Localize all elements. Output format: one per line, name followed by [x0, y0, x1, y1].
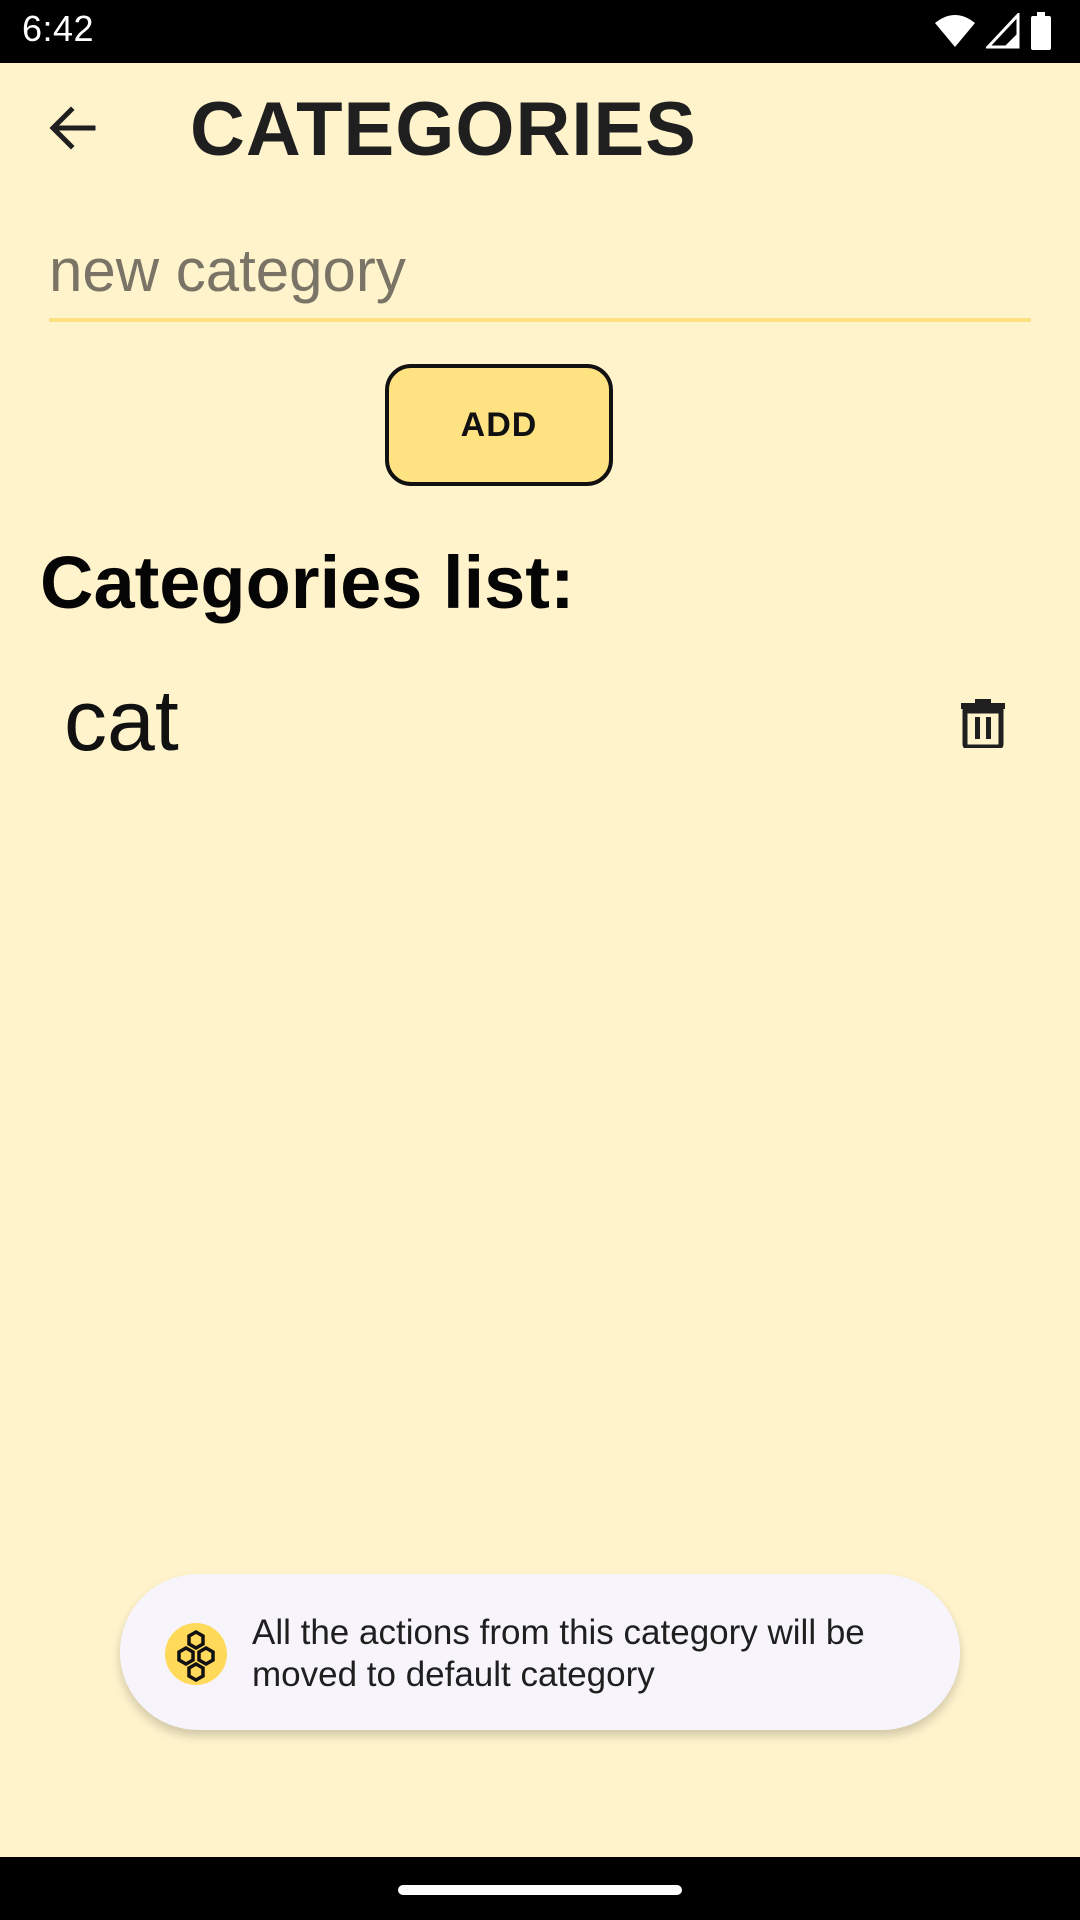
page-title: CATEGORIES: [190, 87, 697, 172]
battery-icon: [1031, 12, 1051, 50]
arrow-left-icon: [49, 106, 96, 150]
new-category-field-wrapper: [49, 228, 1031, 322]
add-button[interactable]: ADD: [385, 364, 613, 486]
category-item-label[interactable]: cat: [64, 672, 179, 771]
home-gesture-handle[interactable]: [398, 1885, 682, 1895]
back-button[interactable]: [40, 98, 106, 158]
categories-list-title: Categories list:: [40, 541, 575, 624]
status-icons: [934, 12, 1052, 50]
wifi-icon: [935, 15, 975, 47]
cellular-icon: [986, 13, 1020, 49]
new-category-input[interactable]: [49, 228, 1031, 312]
toast-text: All the actions from this category will …: [252, 1613, 865, 1694]
status-bar: 6:42: [0, 0, 1080, 63]
app-honeycomb-icon: [165, 1623, 227, 1685]
delete-category-button[interactable]: [948, 688, 1018, 758]
trash-icon: [961, 699, 1005, 748]
toast-message: All the actions from this category will …: [120, 1574, 960, 1730]
status-time: 6:42: [22, 8, 95, 49]
navigation-bar: [0, 1857, 1080, 1920]
